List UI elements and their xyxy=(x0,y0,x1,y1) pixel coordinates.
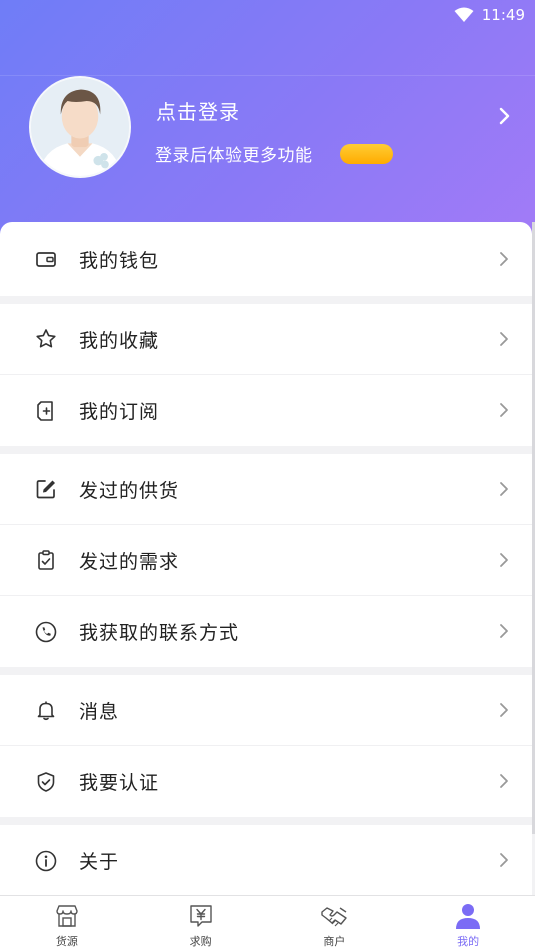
profile-header: 11:49 点击登录 登录后体验更多功能 xyxy=(0,0,535,240)
wifi-icon xyxy=(454,7,474,22)
menu-item-messages[interactable]: 消息 xyxy=(0,675,532,746)
clipboard-icon xyxy=(34,548,58,572)
nav-tab-purchase[interactable]: 求购 xyxy=(134,896,268,951)
nav-tab-mine[interactable]: 我的 xyxy=(401,896,535,951)
nav-tab-merchants[interactable]: 商户 xyxy=(268,896,402,951)
chevron-right-icon xyxy=(500,332,508,346)
menu-item-label: 我的订阅 xyxy=(79,401,160,423)
menu-item-label: 我要认证 xyxy=(79,772,160,794)
wallet-icon xyxy=(34,247,58,271)
chevron-right-icon xyxy=(500,853,508,867)
bell-icon xyxy=(34,698,58,722)
menu-item-about[interactable]: 关于 xyxy=(0,825,532,896)
login-title[interactable]: 点击登录 xyxy=(156,96,240,125)
nav-tab-supply[interactable]: 货源 xyxy=(0,896,134,951)
chevron-right-icon xyxy=(500,403,508,417)
info-icon xyxy=(34,849,58,873)
nav-label: 商户 xyxy=(323,935,346,948)
menu-item-favorites[interactable]: 我的收藏 xyxy=(0,304,532,375)
menu-item-subscriptions[interactable]: 我的订阅 xyxy=(0,375,532,446)
chevron-right-icon xyxy=(500,553,508,567)
login-subtitle: 登录后体验更多功能 xyxy=(155,146,313,166)
edit-icon xyxy=(34,477,58,501)
menu-item-label: 发过的供货 xyxy=(79,479,180,502)
menu-item-label: 消息 xyxy=(79,700,120,723)
avatar[interactable] xyxy=(29,76,131,178)
yuan-chat-icon xyxy=(189,905,212,927)
status-time: 11:49 xyxy=(481,6,525,24)
menu-item-label: 关于 xyxy=(79,851,120,873)
menu-item-contacts-obtained[interactable]: 我获取的联系方式 xyxy=(0,596,532,667)
chevron-right-icon xyxy=(500,252,508,266)
chevron-right-icon xyxy=(500,482,508,496)
menu-item-wallet[interactable]: 我的钱包 xyxy=(0,222,532,296)
subscribe-icon xyxy=(34,399,58,423)
nav-label: 货源 xyxy=(55,935,78,948)
menu-item-demands-posted[interactable]: 发过的需求 xyxy=(0,525,532,596)
menu-item-label: 我获取的联系方式 xyxy=(79,622,240,644)
menu-section-wallet: 我的钱包 xyxy=(0,222,532,296)
person-icon xyxy=(456,904,481,929)
shield-icon xyxy=(34,770,58,794)
star-icon xyxy=(34,327,58,351)
chevron-right-icon[interactable] xyxy=(497,106,513,126)
menu-item-verification[interactable]: 我要认证 xyxy=(0,746,532,817)
menu-section-collections: 我的收藏 我的订阅 xyxy=(0,304,532,446)
menu-section-posts: 发过的供货 发过的需求 我获取的联系方式 xyxy=(0,454,532,667)
phone-icon xyxy=(34,620,58,644)
menu-item-label: 我的收藏 xyxy=(79,329,160,352)
default-avatar-icon xyxy=(31,78,129,176)
status-bar: 11:49 xyxy=(0,0,535,30)
bottom-nav: 货源 求购 商户 我的 xyxy=(0,895,535,951)
handshake-icon xyxy=(321,907,348,927)
menu-item-supplies-posted[interactable]: 发过的供货 xyxy=(0,454,532,525)
chevron-right-icon xyxy=(500,703,508,717)
menu-list: 我的钱包 我的收藏 我的订阅 发过的供货 发过的需求 我获取的联系方式 消息 我… xyxy=(0,222,532,904)
nav-label: 我的 xyxy=(457,935,480,948)
chevron-right-icon xyxy=(500,774,508,788)
shop-icon xyxy=(56,905,78,927)
menu-item-label: 发过的需求 xyxy=(79,550,180,573)
menu-section-account: 消息 我要认证 xyxy=(0,675,532,817)
menu-item-label: 我的钱包 xyxy=(79,249,160,272)
nav-label: 求购 xyxy=(189,935,212,948)
chevron-right-icon xyxy=(500,624,508,638)
menu-section-about: 关于 xyxy=(0,825,532,896)
vip-badge xyxy=(340,144,393,164)
